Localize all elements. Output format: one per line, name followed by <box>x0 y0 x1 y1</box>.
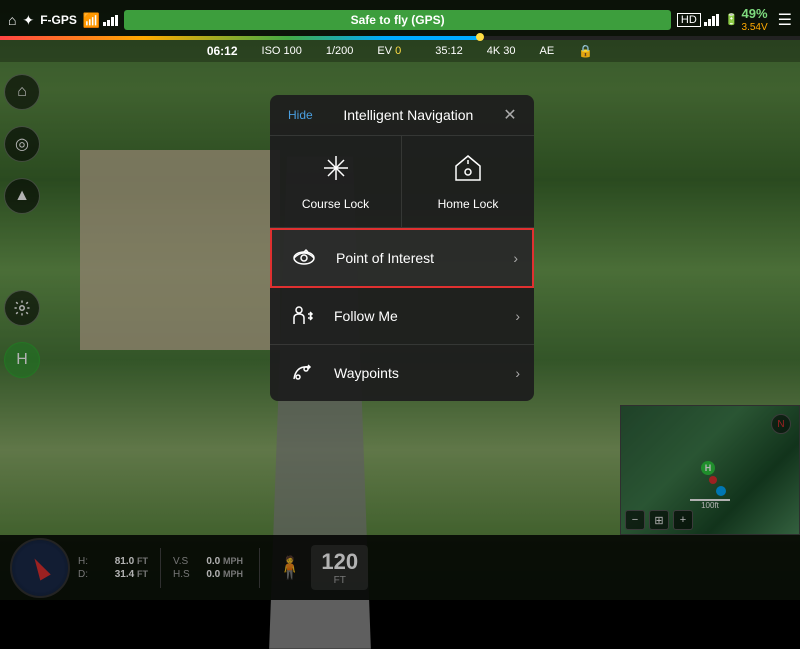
hd-signal <box>704 14 719 26</box>
follow-me-label: Follow Me <box>334 308 501 324</box>
home-nav[interactable]: ⌂ <box>8 12 16 28</box>
drone-mode[interactable]: ✦ <box>22 12 34 29</box>
battery-info: 🔋 49% 3.54V <box>725 7 768 32</box>
bar4 <box>115 15 118 26</box>
poi-label: Point of Interest <box>336 250 499 266</box>
close-button[interactable]: ✕ <box>500 105 520 125</box>
waypoints-label: Waypoints <box>334 365 501 381</box>
drone-icon: ✦ <box>22 12 34 29</box>
course-lock-cell[interactable]: Course Lock <box>270 136 402 227</box>
lock-icon: 🔒 <box>578 44 593 58</box>
flight-timer: 06:12 <box>207 44 238 58</box>
course-lock-label: Course Lock <box>302 197 369 211</box>
gps-status: F-GPS <box>40 13 77 27</box>
main-menu-icon[interactable]: ☰ <box>778 10 792 30</box>
ev-label: EV 0 <box>377 45 401 57</box>
progress-marker <box>476 33 484 41</box>
nav-panel: Hide Intelligent Navigation ✕ Course Loc… <box>270 95 534 401</box>
panel-header: Hide Intelligent Navigation ✕ <box>270 95 534 136</box>
resolution: 4K 30 <box>487 45 516 57</box>
signal-status: 📶 <box>83 12 118 29</box>
progress-fill <box>0 36 480 40</box>
storage-time: 35:12 <box>435 45 463 57</box>
hd-label: HD <box>677 13 701 27</box>
timer-bar: 06:12 ISO 100 1/200 EV 0 35:12 4K 30 AE … <box>0 40 800 62</box>
waypoints-icon <box>284 359 320 387</box>
point-of-interest-item[interactable]: Point of Interest › <box>270 228 534 288</box>
shutter-speed: 1/200 <box>326 45 354 57</box>
gps-label: F-GPS <box>40 13 77 27</box>
feature-grid: Course Lock Home Lock <box>270 136 534 228</box>
signal-icon: 📶 <box>83 12 100 29</box>
follow-me-icon <box>284 302 320 330</box>
home-lock-cell[interactable]: Home Lock <box>402 136 534 227</box>
home-lock-label: Home Lock <box>438 197 499 211</box>
home-lock-icon <box>452 152 484 191</box>
waypoints-chevron: › <box>515 365 520 381</box>
bar2 <box>107 20 110 26</box>
poi-chevron: › <box>513 250 518 266</box>
signal-bars <box>103 14 118 26</box>
battery-voltage: 3.54V <box>742 22 768 33</box>
battery-icon: 🔋 <box>725 13 739 26</box>
safe-to-fly-badge: Safe to fly (GPS) <box>124 10 671 30</box>
iso-value: ISO 100 <box>262 45 302 57</box>
bar3 <box>111 17 114 26</box>
progress-line <box>0 36 800 40</box>
course-lock-icon <box>320 152 352 191</box>
top-bar: ⌂ ✦ F-GPS 📶 Safe to fly (GPS) HD 🔋 49% 3… <box>0 0 800 40</box>
follow-me-chevron: › <box>515 308 520 324</box>
home-icon: ⌂ <box>8 12 16 28</box>
ev-value: 0 <box>395 45 401 57</box>
follow-me-item[interactable]: Follow Me › <box>270 288 534 345</box>
bar1 <box>103 22 106 26</box>
panel-title: Intelligent Navigation <box>325 107 492 123</box>
battery-percent: 49% <box>742 7 768 21</box>
hide-button[interactable]: Hide <box>284 106 317 124</box>
poi-icon <box>286 244 322 272</box>
ae-label: AE <box>540 45 555 57</box>
waypoints-item[interactable]: Waypoints › <box>270 345 534 401</box>
video-mode: HD <box>677 13 719 27</box>
